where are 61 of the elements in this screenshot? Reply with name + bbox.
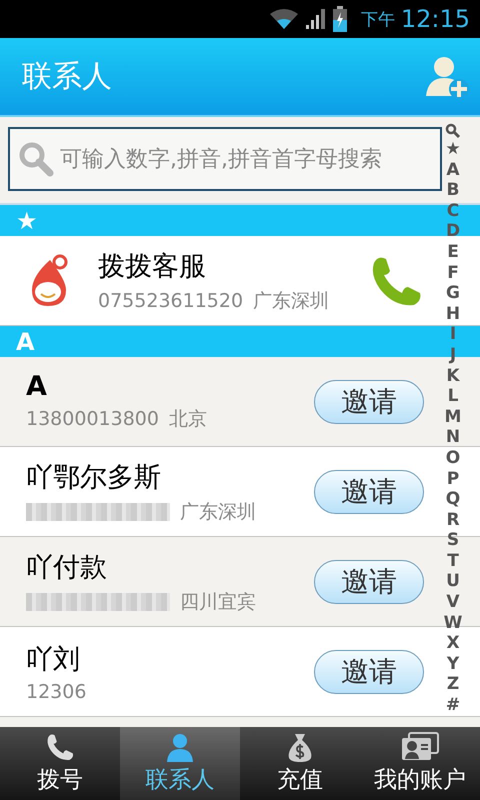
index-letter[interactable]: T [447,550,459,572]
index-letter[interactable]: V [446,592,460,613]
index-letter[interactable]: R [446,510,460,530]
index-letter[interactable]: K [446,366,460,386]
index-letter[interactable]: L [448,386,458,407]
tab[interactable]: 拨号 [0,727,120,800]
phone-number: 075523611520 [98,290,244,312]
index-letter[interactable]: A [446,160,460,180]
contact-name: 拨拨客服 [98,250,207,284]
index-letter[interactable]: N [446,427,460,448]
signal-icon [304,7,327,31]
search-icon [18,141,54,177]
index-letter[interactable]: W [444,612,462,634]
search-icon [445,123,461,139]
tab[interactable]: 联系人 [120,727,240,800]
index-letter[interactable]: Z [446,674,460,696]
tab[interactable]: 我的账户 [360,727,480,800]
index-letter[interactable]: U [446,571,460,592]
search-field[interactable]: 可输入数字,拼音,拼音首字母搜索 [8,127,442,191]
index-letter[interactable]: # [446,695,460,716]
id-card-icon [401,732,439,762]
time-period: 下午 [360,8,395,30]
invite-button[interactable]: 邀请 [314,470,424,514]
index-letter[interactable]: M [444,406,462,428]
index-letter[interactable]: H [446,304,460,324]
index-letter[interactable]: X [446,633,460,654]
contact-location: 四川宜宾 [180,590,256,614]
contact-name: 吖付款 [26,550,108,584]
contact-name: 吖刘 [26,642,81,676]
index-letter[interactable]: E [447,242,459,263]
index-letter[interactable]: P [446,468,460,490]
index-letter[interactable]: B [446,180,460,201]
index-letter[interactable]: I [450,324,456,345]
section-letter: ★ [16,206,38,234]
contact-name: 吖鄂尔多斯 [26,460,162,494]
index-letter[interactable]: Y [446,654,460,674]
page-title: 联系人 [22,58,112,96]
contact-location: 广东深圳 [180,500,256,524]
invite-button[interactable]: 邀请 [314,380,424,424]
index-letter[interactable]: G [446,283,460,304]
index-letter[interactable]: O [446,448,460,468]
invite-button[interactable]: 邀请 [314,560,424,604]
person-icon [165,732,195,762]
phone-number: 13800013800 [26,408,159,430]
section-letter: A [16,328,35,356]
index-letter[interactable]: C [446,200,460,222]
invite-button[interactable]: 邀请 [314,650,424,694]
index-letter[interactable]: Q [446,489,460,510]
battery-icon [332,6,347,32]
index-letter[interactable]: D [446,221,460,242]
index-letter[interactable]: S [446,530,460,551]
phone-icon [45,732,75,762]
contact-location: 广东深圳 [253,288,330,314]
phone-number: 12306 [26,680,86,702]
tab[interactable]: 充值 [240,727,360,800]
index-letter[interactable]: F [447,262,459,284]
wifi-icon [268,8,299,30]
index-letter[interactable]: ★ [445,139,461,160]
contact-location: 北京 [168,407,207,432]
contact-name: A [26,371,48,402]
clock-time: 12:15 [400,5,470,33]
